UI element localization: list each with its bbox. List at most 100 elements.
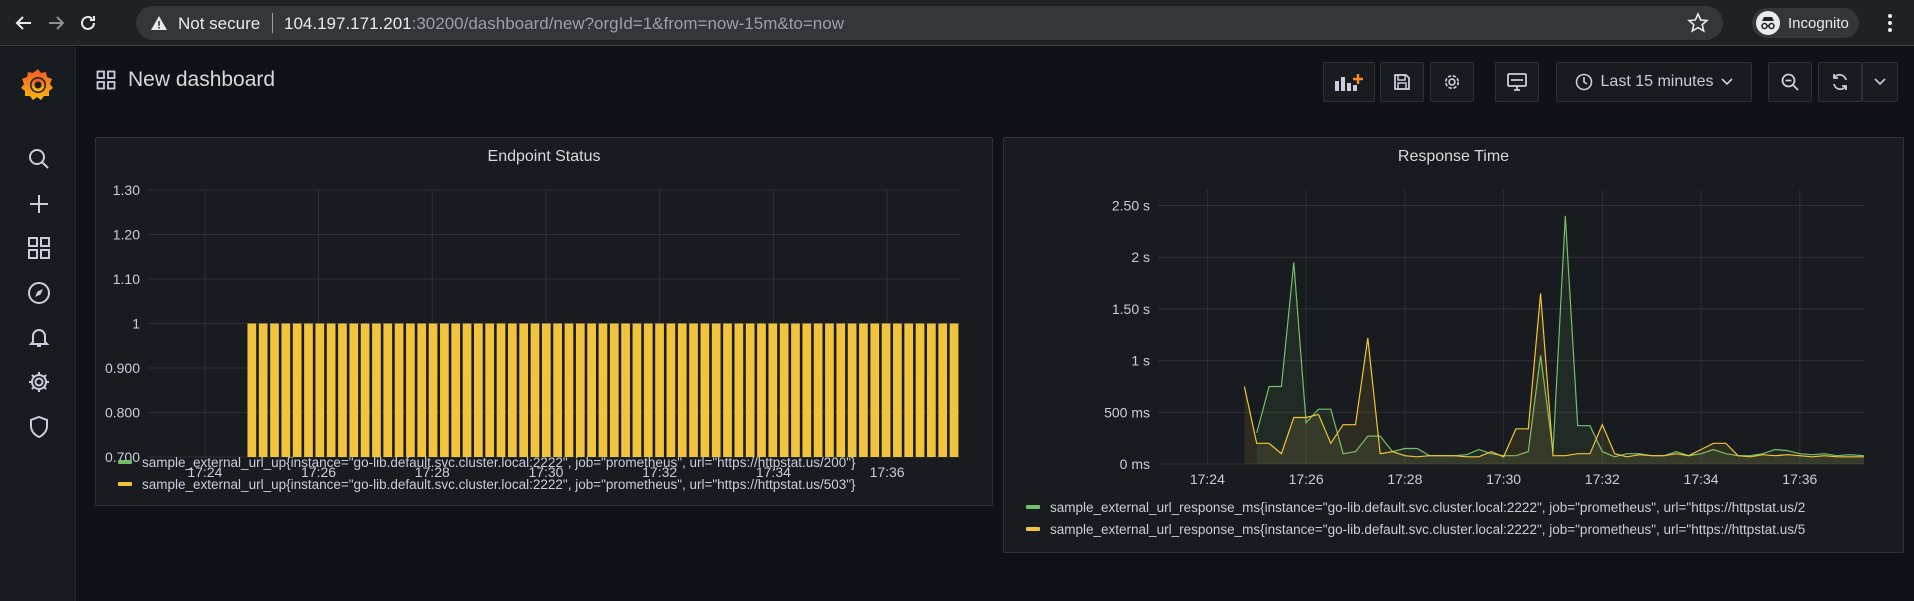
panel-response-time[interactable]: Response Time 0 ms 500 ms 1 s 1.50 s 2 s 2.50… bbox=[1003, 137, 1904, 553]
legend-swatch bbox=[1026, 527, 1040, 531]
divider bbox=[272, 13, 273, 33]
back-button[interactable] bbox=[12, 11, 36, 35]
y-tick-label: 1.10 bbox=[113, 271, 140, 287]
legend-swatch bbox=[1026, 505, 1040, 509]
status-bar bbox=[915, 323, 925, 457]
zoom-out-button[interactable] bbox=[1768, 62, 1812, 102]
incognito-badge[interactable]: Incognito bbox=[1752, 8, 1859, 38]
legend-item[interactable]: sample_external_url_up{instance="go-lib.… bbox=[118, 451, 856, 473]
y-tick-label: 1 s bbox=[1131, 353, 1150, 369]
incognito-icon bbox=[1756, 11, 1780, 35]
forward-button[interactable] bbox=[44, 11, 68, 35]
status-bar bbox=[904, 323, 914, 457]
reload-icon bbox=[81, 15, 95, 30]
legend-item[interactable]: sample_external_url_up{instance="go-lib.… bbox=[118, 473, 856, 495]
url-text[interactable]: 104.197.171.201:30200/dashboard/new?orgI… bbox=[284, 14, 844, 34]
status-bar bbox=[541, 323, 551, 457]
legend-label: sample_external_url_response_ms{instance… bbox=[1050, 521, 1806, 537]
status-bar bbox=[587, 323, 596, 457]
x-tick-label: 17:36 bbox=[870, 464, 905, 478]
dashboards-button[interactable] bbox=[25, 234, 53, 262]
apps-grid-icon bbox=[28, 237, 50, 259]
status-bar bbox=[938, 323, 948, 457]
save-icon bbox=[1394, 74, 1410, 90]
monitor-icon bbox=[1507, 73, 1527, 91]
y-tick-label: 2.50 s bbox=[1112, 198, 1150, 214]
status-bar bbox=[292, 323, 302, 457]
endpoint-status-chart: 0.7000.8000.90011.101.201.3017:24 17:26 17… bbox=[105, 182, 961, 478]
legend-item[interactable]: sample_external_url_response_ms{instance… bbox=[1026, 496, 1896, 518]
status-bar bbox=[768, 323, 778, 457]
legend: sample_external_url_response_ms{instance… bbox=[1026, 496, 1896, 540]
security-label[interactable]: Not secure bbox=[178, 14, 260, 34]
panel-endpoint-status[interactable]: Endpoint Status 0.700 0.800 0.900 1 1.10 1.20… bbox=[95, 137, 993, 506]
x-tick-label: 17:30 bbox=[1486, 471, 1521, 487]
dashboard-settings-button[interactable] bbox=[1430, 62, 1474, 102]
status-bar bbox=[723, 323, 732, 457]
refresh-icon bbox=[1833, 73, 1847, 91]
y-tick-label: 2 s bbox=[1131, 249, 1150, 265]
status-bar bbox=[575, 323, 585, 457]
view-mode-button[interactable] bbox=[1495, 62, 1539, 102]
refresh-interval-dropdown[interactable] bbox=[1862, 62, 1898, 102]
search-button[interactable] bbox=[25, 145, 53, 173]
x-tick-label: 17:34 bbox=[1684, 471, 1719, 487]
status-bar bbox=[553, 323, 563, 457]
status-bar bbox=[383, 323, 393, 457]
panel-title[interactable]: Endpoint Status bbox=[96, 148, 992, 166]
status-bar bbox=[519, 323, 529, 457]
reload-button[interactable] bbox=[76, 11, 100, 35]
configuration-button[interactable] bbox=[25, 368, 53, 396]
response-time-chart: 0 ms 500 ms 1 s 1.50 s 2 s 2.50 s 17:24 17:26 17… bbox=[1104, 190, 1865, 487]
y-tick-label: 1.50 s bbox=[1112, 301, 1150, 317]
explore-button[interactable] bbox=[25, 279, 53, 307]
status-bar bbox=[247, 323, 257, 457]
grafana-logo-icon bbox=[21, 69, 53, 100]
status-bar bbox=[836, 323, 846, 457]
add-panel-button[interactable] bbox=[1323, 62, 1375, 102]
dashboard-title[interactable]: New dashboard bbox=[96, 68, 275, 92]
refresh-button[interactable] bbox=[1818, 62, 1862, 102]
status-bar bbox=[360, 323, 370, 457]
browser-menu-button[interactable] bbox=[1886, 12, 1894, 39]
alerting-button[interactable] bbox=[25, 323, 53, 351]
chevron-down-icon bbox=[1874, 78, 1886, 86]
legend-label: sample_external_url_up{instance="go-lib.… bbox=[142, 454, 856, 470]
address-bar[interactable]: Not secure 104.197.171.201:30200/dashboa… bbox=[136, 6, 1723, 40]
status-bar bbox=[949, 323, 959, 457]
apps-grid-icon bbox=[96, 70, 116, 90]
status-bar bbox=[338, 323, 347, 457]
status-bar bbox=[485, 323, 495, 457]
server-admin-button[interactable] bbox=[25, 413, 53, 441]
bell-icon bbox=[28, 329, 50, 347]
status-bar bbox=[734, 323, 744, 457]
legend-swatch bbox=[118, 460, 132, 464]
status-bar bbox=[711, 323, 721, 457]
x-tick-label: 17:36 bbox=[1782, 471, 1817, 487]
zoom-out-icon bbox=[1781, 73, 1799, 91]
status-bar bbox=[406, 323, 415, 457]
panel-title[interactable]: Response Time bbox=[1004, 148, 1903, 166]
y-tick-label: 1 bbox=[132, 316, 140, 332]
create-button[interactable] bbox=[25, 190, 53, 218]
status-bar bbox=[802, 323, 812, 457]
y-tick-label: 1.30 bbox=[113, 182, 140, 198]
star-icon[interactable] bbox=[1687, 12, 1709, 34]
grafana-logo[interactable] bbox=[20, 66, 56, 102]
sidebar bbox=[0, 47, 76, 601]
legend-label: sample_external_url_up{instance="go-lib.… bbox=[142, 476, 856, 492]
time-range-picker[interactable]: Last 15 minutes bbox=[1556, 62, 1752, 102]
gear-icon bbox=[29, 372, 49, 392]
y-tick-label: 500 ms bbox=[1104, 404, 1150, 420]
save-dashboard-button[interactable] bbox=[1380, 62, 1424, 102]
status-bar bbox=[700, 323, 710, 457]
status-bar bbox=[643, 323, 653, 457]
status-bar bbox=[813, 323, 823, 457]
y-tick-label: 1.20 bbox=[113, 227, 140, 243]
shield-icon bbox=[30, 415, 48, 439]
status-bar bbox=[372, 323, 381, 457]
status-bar bbox=[507, 323, 517, 457]
legend-item[interactable]: sample_external_url_response_ms{instance… bbox=[1026, 518, 1896, 540]
time-range-label: Last 15 minutes bbox=[1600, 73, 1714, 90]
status-bar bbox=[689, 323, 698, 457]
